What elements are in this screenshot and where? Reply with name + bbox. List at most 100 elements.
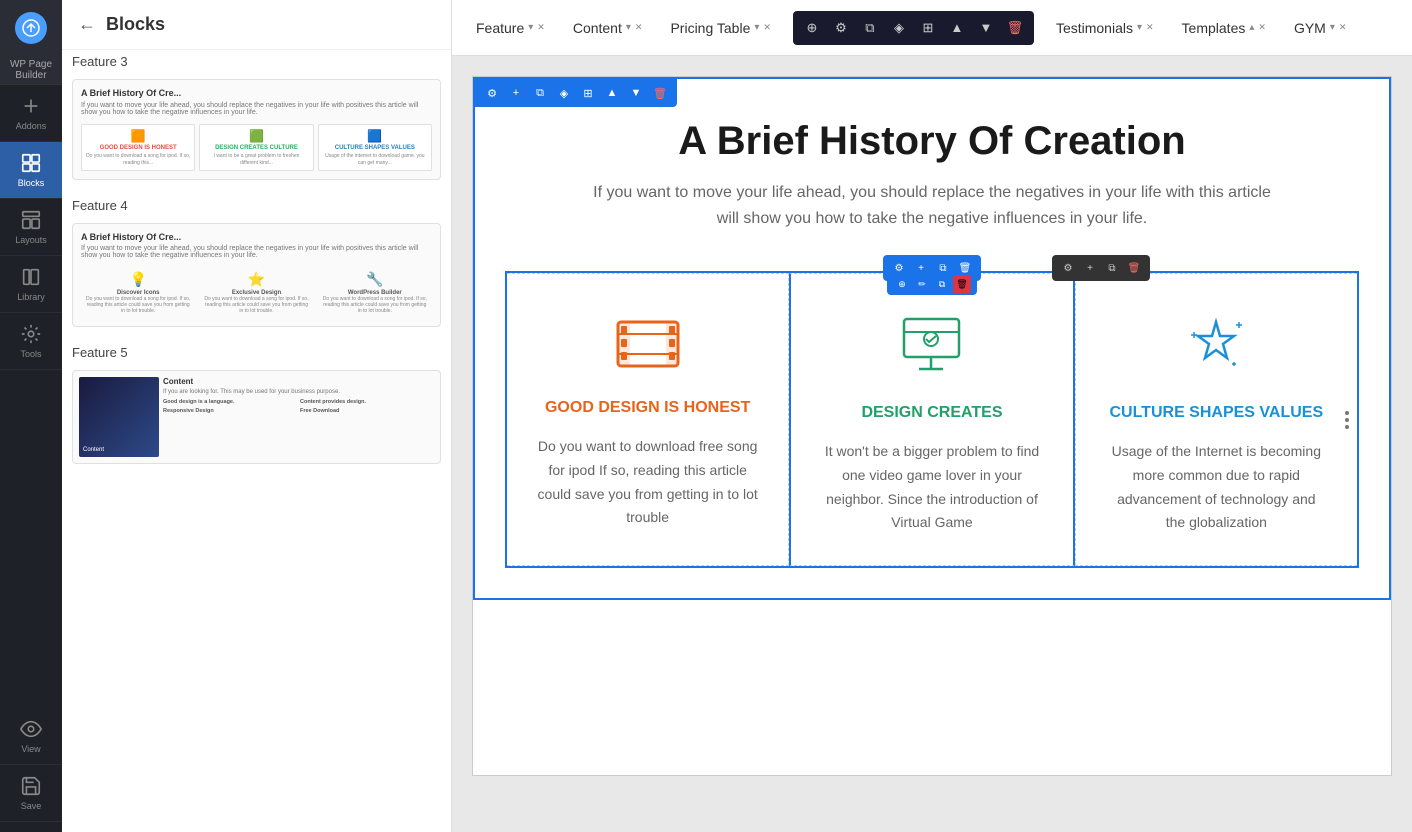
section-toolbar: ⚙ + ⧉ ◈ ⊞ ▲ ▼ 🗑: [475, 79, 677, 107]
column-toolbar: ⚙ + ⧉ 🗑: [1052, 255, 1150, 281]
nav-label-gym: GYM: [1294, 20, 1326, 36]
feature-section-outer: ⚙ + ⧉ ◈ ⊞ ▲ ▼ 🗑 A Brief History Of Creat…: [473, 77, 1391, 600]
nav-label-feature: Feature: [476, 20, 524, 36]
app-title: WP Page Builder: [0, 56, 62, 85]
sidebar-label-view: View: [21, 744, 40, 754]
app-logo: [0, 0, 62, 56]
top-nav: Feature ▾ ✕ Content ▾ ✕ Pricing Table ▾ …: [452, 0, 1412, 56]
toolbar-move-down[interactable]: ▼: [973, 15, 999, 41]
nav-caret-pricing: ▾: [754, 22, 759, 33]
card1-text: Do you want to download free song for ip…: [537, 435, 758, 530]
section-toolbar-up[interactable]: ▲: [601, 82, 623, 104]
blocks-back-button[interactable]: ←: [78, 14, 96, 35]
nav-toolbar: ⊕ ⚙ ⧉ ◈ ⊞ ▲ ▼ 🗑: [793, 11, 1034, 45]
sidebar-item-blocks[interactable]: Blocks: [0, 142, 62, 199]
sidebar-label-layouts: Layouts: [15, 235, 47, 245]
card2-toolbar-delete[interactable]: 🗑: [953, 275, 971, 293]
nav-caret-feature: ▾: [528, 22, 533, 33]
nav-item-pricing[interactable]: Pricing Table ▾ ✕: [656, 12, 784, 44]
sidebar-item-library[interactable]: Library: [0, 256, 62, 313]
nav-caret-testimonials: ▾: [1137, 22, 1142, 33]
nav-label-testimonials: Testimonials: [1056, 20, 1133, 36]
star-icon: [1184, 314, 1249, 379]
section-toolbar-hide[interactable]: ◈: [553, 82, 575, 104]
col-toolbar-add[interactable]: +: [1080, 258, 1100, 278]
block-label-feature4: Feature 4: [72, 194, 441, 217]
block-item-feature4: Feature 4 ↗VIEW BLOCK A Brief History Of…: [72, 194, 441, 327]
toolbar-move[interactable]: ⊕: [799, 15, 825, 41]
toolbar-columns[interactable]: ⊞: [915, 15, 941, 41]
sidebar-item-tools[interactable]: Tools: [0, 313, 62, 370]
film-icon: [613, 314, 683, 374]
nav-chevron-gym: ✕: [1339, 22, 1347, 33]
col-toolbar-settings[interactable]: ⚙: [1058, 258, 1078, 278]
toolbar-settings[interactable]: ⚙: [828, 15, 854, 41]
card1-title: GOOD DESIGN IS HONEST: [537, 398, 758, 419]
sidebar-item-view[interactable]: View: [0, 708, 62, 765]
block-label-feature5: Feature 5: [72, 341, 441, 364]
nav-label-pricing: Pricing Table: [670, 20, 750, 36]
col-toolbar-clone[interactable]: ⧉: [1102, 258, 1122, 278]
canvas-area[interactable]: ⚙ + ⧉ ◈ ⊞ ▲ ▼ 🗑 A Brief History Of Creat…: [452, 56, 1412, 832]
canvas-page: ⚙ + ⧉ ◈ ⊞ ▲ ▼ 🗑 A Brief History Of Creat…: [472, 76, 1392, 776]
nav-chevron-feature: ✕: [537, 22, 545, 33]
left-sidebar: WP Page Builder Addons Blocks Layouts: [0, 0, 62, 832]
nav-chevron-templates: ✕: [1258, 22, 1266, 33]
section-toolbar-settings[interactable]: ⚙: [481, 82, 503, 104]
feature-section: A Brief History Of Creation If you want …: [475, 79, 1389, 598]
card2-toolbar: ⊕ ✏ ⧉ 🗑: [887, 273, 977, 295]
section-toolbar-add[interactable]: +: [505, 82, 527, 104]
section-subtitle: If you want to move your life ahead, you…: [592, 180, 1272, 231]
nav-chevron-pricing: ✕: [763, 22, 771, 33]
nav-caret-templates: ▴: [1249, 22, 1254, 33]
card2-toolbar-edit[interactable]: ✏: [913, 275, 931, 293]
nav-item-templates[interactable]: Templates ▴ ✕: [1168, 12, 1280, 44]
block-preview-content-feature5: Content Content If you are looking for. …: [73, 371, 440, 463]
feature-card-1: GOOD DESIGN IS HONEST Do you want to dow…: [507, 273, 789, 566]
nav-label-templates: Templates: [1182, 20, 1246, 36]
nav-item-testimonials[interactable]: Testimonials ▾ ✕: [1042, 12, 1168, 44]
card1-icon-wrapper: [537, 314, 758, 374]
section-toolbar-down[interactable]: ▼: [625, 82, 647, 104]
toolbar-clone[interactable]: ⧉: [857, 15, 883, 41]
col-toolbar-delete[interactable]: 🗑: [1124, 258, 1144, 278]
card3-title: CULTURE SHAPES VALUES: [1106, 403, 1327, 424]
card2-text: It won't be a bigger problem to find one…: [821, 440, 1042, 535]
column-menu-dots[interactable]: [1345, 411, 1349, 429]
logo-icon: [15, 12, 47, 44]
block-preview-feature5[interactable]: ↗VIEW BLOCK Content Content If you are l…: [72, 370, 441, 464]
block-preview-feature3[interactable]: ↗↗ VIEW BLOCK A Brief History Of Cre... …: [72, 79, 441, 180]
blocks-list: Feature 3 ↗↗ VIEW BLOCK A Brief History …: [62, 50, 451, 832]
section-toolbar-clone[interactable]: ⧉: [529, 82, 551, 104]
feature-cards-row: GOOD DESIGN IS HONEST Do you want to dow…: [505, 271, 1359, 568]
section-title: A Brief History Of Creation: [505, 119, 1359, 164]
toolbar-delete[interactable]: 🗑: [1002, 15, 1028, 41]
sidebar-label-addons: Addons: [16, 121, 47, 131]
nav-item-content[interactable]: Content ▾ ✕: [559, 12, 657, 44]
block-preview-content-feature3: A Brief History Of Cre... If you want to…: [73, 80, 440, 179]
sidebar-nav: Addons Blocks Layouts Library: [0, 85, 62, 708]
nav-item-gym[interactable]: GYM ▾ ✕: [1280, 12, 1360, 44]
nav-chevron-testimonials: ✕: [1146, 22, 1154, 33]
section-toolbar-move[interactable]: ⊞: [577, 82, 599, 104]
nav-caret-content: ▾: [626, 22, 631, 33]
feature-card-3: CULTURE SHAPES VALUES Usage of the Inter…: [1075, 273, 1357, 566]
card3-text: Usage of the Internet is becoming more c…: [1106, 440, 1327, 535]
card2-toolbar-move[interactable]: ⊕: [893, 275, 911, 293]
sidebar-label-tools: Tools: [20, 349, 41, 359]
sidebar-bottom: View Save: [0, 708, 62, 832]
block-preview-feature4[interactable]: ↗VIEW BLOCK A Brief History Of Cre... If…: [72, 223, 441, 327]
card2-title: DESIGN CREATES: [821, 403, 1042, 424]
blocks-panel: ← Blocks Feature 3 ↗↗ VIEW BLOCK A Brief…: [62, 0, 452, 832]
block-preview-content-feature4: A Brief History Of Cre... If you want to…: [73, 224, 440, 326]
section-toolbar-delete[interactable]: 🗑: [649, 82, 671, 104]
nav-item-feature[interactable]: Feature ▾ ✕: [462, 12, 559, 44]
card2-toolbar-clone[interactable]: ⧉: [933, 275, 951, 293]
main-area: Feature ▾ ✕ Content ▾ ✕ Pricing Table ▾ …: [452, 0, 1412, 832]
toolbar-link[interactable]: ◈: [886, 15, 912, 41]
sidebar-item-addons[interactable]: Addons: [0, 85, 62, 142]
toolbar-move-up[interactable]: ▲: [944, 15, 970, 41]
sidebar-item-layouts[interactable]: Layouts: [0, 199, 62, 256]
sidebar-item-save[interactable]: Save: [0, 765, 62, 822]
feature-card-2: ⊕ ✏ ⧉ 🗑: [789, 273, 1074, 566]
